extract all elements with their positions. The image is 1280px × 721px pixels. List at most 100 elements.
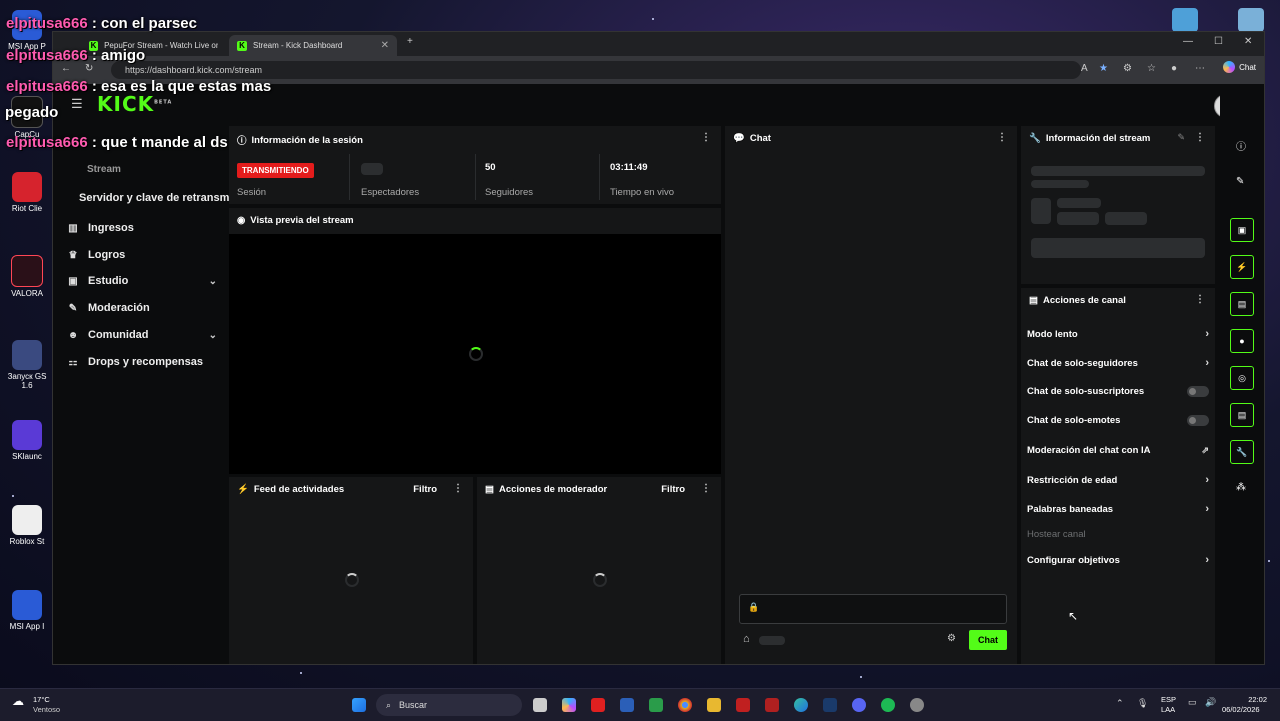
rail-button-screen[interactable]: ▣ — [1230, 218, 1254, 242]
new-tab-button[interactable]: + — [407, 36, 413, 47]
action-slow-mode[interactable]: Modo lento › — [1027, 328, 1209, 340]
notes-icon: ▤ — [1237, 298, 1247, 309]
steam-icon[interactable] — [823, 698, 837, 712]
panel-header: ⓘ Información de la sesión — [237, 134, 363, 148]
word-icon[interactable] — [620, 698, 634, 712]
sidebar-item-moderacion[interactable]: ✎ Moderación — [67, 302, 217, 314]
sidebar-item-comunidad[interactable]: ☻ Comunidad ⌄ — [67, 329, 217, 341]
desktop-icon-valorant[interactable]: VALORA — [4, 255, 50, 298]
filter-button[interactable]: Filtro — [413, 484, 437, 495]
panel-menu-icon[interactable]: ⋮ — [701, 132, 711, 143]
address-bar[interactable]: https://dashboard.kick.com/stream — [111, 61, 1081, 79]
back-icon[interactable]: ← — [61, 63, 71, 74]
start-windows-icon[interactable] — [352, 698, 366, 712]
action-banned-words[interactable]: Palabras baneadas › — [1027, 503, 1209, 515]
microphone-icon[interactable]: 🎙 — [1137, 698, 1148, 709]
read-aloud-icon[interactable]: A — [1081, 63, 1088, 74]
stat-label-followers: Seguidores — [485, 187, 534, 198]
language-indicator[interactable]: ESP — [1161, 695, 1176, 704]
skeleton — [1031, 238, 1205, 258]
task-view-icon[interactable] — [533, 698, 547, 712]
desktop-icon-sklauncher[interactable]: SKlaunc — [4, 420, 50, 461]
gift-icon: ⚏ — [68, 356, 78, 368]
rail-button-wrench[interactable]: 🔧 — [1230, 440, 1254, 464]
more-menu-icon[interactable]: ⋯ — [1195, 63, 1205, 74]
file-explorer-icon[interactable] — [707, 698, 721, 712]
desktop-icon-msi-app-2[interactable]: MSI App I — [4, 590, 50, 631]
panel-menu-icon[interactable]: ⋮ — [1195, 294, 1205, 305]
desktop-icon-riot[interactable]: Riot Clie — [4, 172, 50, 213]
close-tab-icon[interactable]: ✕ — [381, 40, 389, 51]
favorite-star-icon[interactable]: ★ — [1099, 63, 1108, 74]
filter-button[interactable]: Filtro — [661, 484, 685, 495]
desktop-icon-top-right[interactable] — [1172, 8, 1198, 32]
kick-dashboard: ☰ KICKBETA Stream Servidor y clave de re… — [53, 84, 1264, 664]
skeleton — [1057, 212, 1099, 225]
minimize-button[interactable]: — — [1183, 36, 1193, 47]
desktop-icon-roblox[interactable]: Roblox St — [4, 505, 50, 546]
riot-client-icon[interactable] — [765, 698, 779, 712]
maximize-button[interactable]: ☐ — [1214, 36, 1223, 47]
store-icon[interactable]: ⌂ — [743, 633, 750, 645]
desktop-icon-cs[interactable]: Запуск GS 1.6 — [4, 340, 50, 390]
app-gray-icon[interactable] — [910, 698, 924, 712]
close-window-button[interactable]: ✕ — [1244, 36, 1252, 47]
sidebar-item-servidor[interactable]: Servidor y clave de retransm — [79, 192, 229, 204]
panel-menu-icon[interactable]: ⋮ — [1195, 132, 1205, 143]
clock-date[interactable]: 06/02/2026 — [1222, 705, 1260, 714]
weather-desc[interactable]: Ventoso — [33, 705, 60, 714]
sidebar-item-logros[interactable]: ♛ Logros — [67, 249, 217, 261]
app-green-icon[interactable] — [649, 698, 663, 712]
discord-icon[interactable] — [852, 698, 866, 712]
favorites-icon[interactable]: ☆ — [1147, 63, 1156, 74]
copilot-icon[interactable] — [562, 698, 576, 712]
language-layout[interactable]: LAA — [1161, 705, 1175, 714]
weather-icon: ☁ — [12, 694, 24, 708]
profile-icon[interactable]: ● — [1171, 63, 1177, 74]
spotify-icon[interactable] — [881, 698, 895, 712]
refresh-icon[interactable]: ↻ — [85, 63, 93, 74]
emotes-only-toggle[interactable] — [1187, 415, 1209, 426]
rail-button-notes[interactable]: ▤ — [1230, 292, 1254, 316]
clock-time[interactable]: 22:02 — [1227, 695, 1267, 704]
youtube-icon[interactable] — [591, 698, 605, 712]
chat-settings-gear-icon[interactable]: ⚙ — [947, 633, 956, 644]
sidebar-item-ingresos[interactable]: ▥ Ingresos — [67, 222, 217, 234]
action-ai-moderation[interactable]: Moderación del chat con IA ⇗ — [1027, 445, 1209, 456]
subscribers-only-toggle[interactable] — [1187, 386, 1209, 397]
panel-menu-icon[interactable]: ⋮ — [997, 132, 1007, 143]
info-icon[interactable]: ⓘ — [1236, 138, 1246, 153]
tray-chevron-up-icon[interactable]: ⌃ — [1116, 698, 1124, 709]
sidebar-item-drops[interactable]: ⚏ Drops y recompensas — [67, 356, 217, 368]
action-configure-goals[interactable]: Configurar objetivos › — [1027, 554, 1209, 566]
send-chat-button[interactable]: Chat — [969, 630, 1007, 650]
chat-input[interactable]: 🔒 — [739, 594, 1007, 624]
rail-button-channel[interactable]: ▤ — [1230, 403, 1254, 427]
chrome-icon[interactable] — [678, 698, 692, 712]
network-icon[interactable]: ▭ — [1188, 697, 1197, 708]
filezilla-icon[interactable] — [736, 698, 750, 712]
edit-pencil-icon[interactable]: ✎ — [1177, 132, 1185, 143]
taskbar-search[interactable]: ⌕ Buscar — [376, 694, 522, 716]
panel-menu-icon[interactable]: ⋮ — [701, 483, 711, 494]
rail-button-lightning[interactable]: ⚡ — [1230, 255, 1254, 279]
sidebar-item-estudio[interactable]: ▣ Estudio ⌄ — [67, 275, 217, 287]
rail-button-chat[interactable]: ● — [1230, 329, 1254, 353]
edge-icon[interactable] — [794, 698, 808, 712]
weather-temp[interactable]: 17°C — [33, 695, 50, 704]
action-followers-only[interactable]: Chat de solo-seguidores › — [1027, 357, 1209, 369]
hamburger-menu-icon[interactable]: ☰ — [71, 96, 83, 112]
volume-icon[interactable]: 🔊 — [1205, 697, 1216, 708]
edit-icon[interactable]: ✎ — [1236, 176, 1244, 187]
sidebar-item-stream[interactable]: Stream — [67, 164, 217, 175]
extensions-icon[interactable]: ⚙ — [1123, 63, 1132, 74]
copilot-chat-button[interactable]: Chat — [1223, 61, 1256, 73]
tab-kick-dashboard[interactable]: K Stream - Kick Dashboard ✕ — [229, 35, 397, 56]
kick-logo[interactable]: KICKBETA — [97, 92, 172, 116]
rail-button-broadcast[interactable]: ◎ — [1230, 366, 1254, 390]
more-widgets-icon[interactable]: ⁂ — [1236, 482, 1246, 493]
panel-menu-icon[interactable]: ⋮ — [453, 483, 463, 494]
stat-label-session: Sesión — [237, 187, 267, 198]
recycle-bin-icon[interactable] — [1238, 8, 1264, 32]
action-age-restriction[interactable]: Restricción de edad › — [1027, 474, 1209, 486]
